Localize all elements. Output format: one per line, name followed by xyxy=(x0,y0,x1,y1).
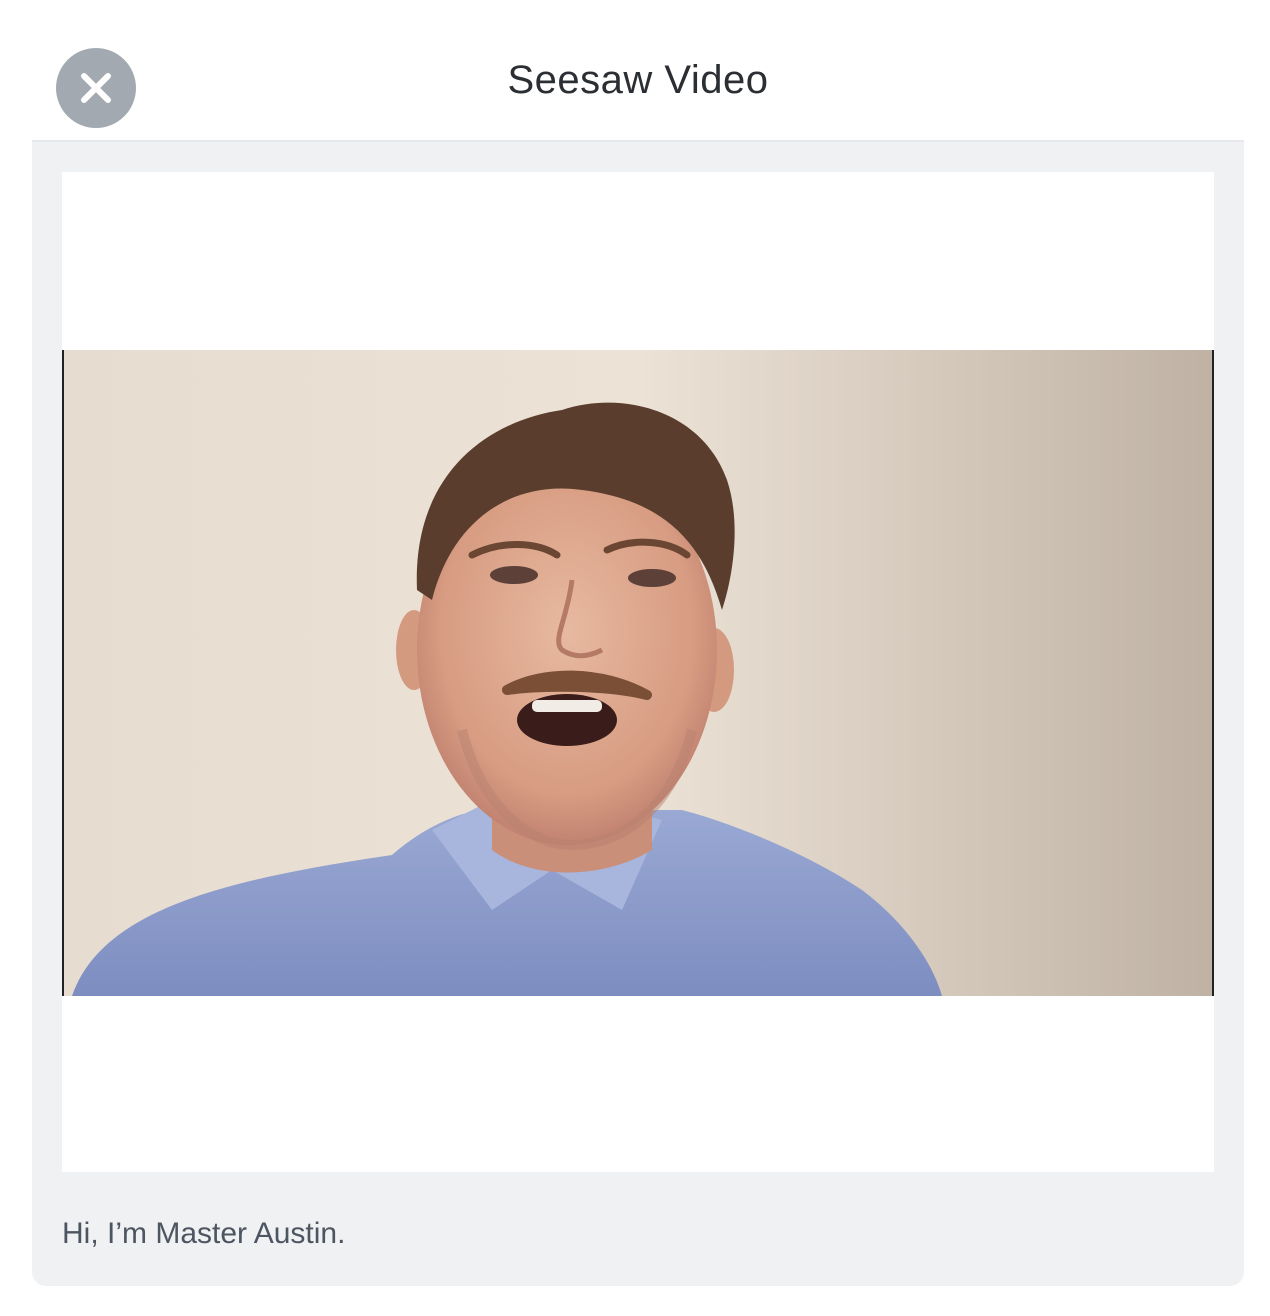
modal-header: Seesaw Video xyxy=(32,0,1244,142)
video-still xyxy=(62,350,1214,996)
video-container xyxy=(62,172,1214,1172)
video-caption: Hi, I’m Master Austin. xyxy=(62,1217,346,1250)
video-player[interactable] xyxy=(62,350,1214,996)
modal-title: Seesaw Video xyxy=(507,58,769,102)
video-modal: Seesaw Video Hi, I’m Master Austin. xyxy=(0,0,1270,1316)
modal-content: Hi, I’m Master Austin. xyxy=(32,142,1244,1286)
